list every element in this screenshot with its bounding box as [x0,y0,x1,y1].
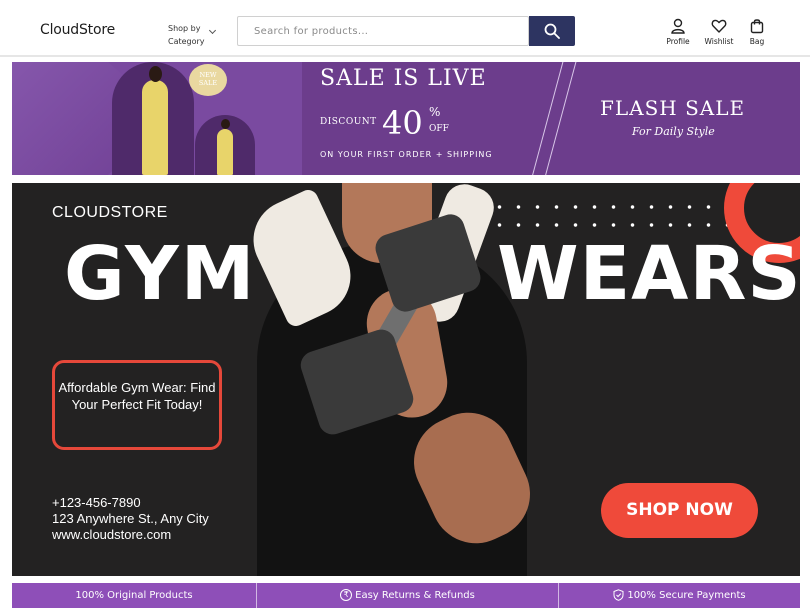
feature-label: 100% Secure Payments [627,590,746,601]
feature-original-products: 100% Original Products [12,583,256,608]
user-icon [671,18,685,34]
shop-by-label: Shop by [168,24,201,33]
badge-line1: NEW [199,71,217,79]
bag-button[interactable]: Bag [737,18,777,46]
new-sale-badge: NEW SALE [189,64,227,96]
flash-sale-title: FLASH SALE [600,96,746,120]
shopping-bag-icon [750,19,764,34]
search-icon [544,23,560,39]
search-input[interactable]: Search for products... [237,16,529,46]
wishlist-label: Wishlist [704,37,734,46]
profile-label: Profile [666,37,690,46]
contact-info: +123-456-7890 123 Anywhere St., Any City… [52,495,209,543]
feature-secure-payments: 100% Secure Payments [559,583,800,608]
wishlist-button[interactable]: Wishlist [699,18,739,46]
profile-button[interactable]: Profile [658,18,698,46]
site-header: CloudStore Shop by Category Search for p… [0,0,810,57]
site-logo[interactable]: CloudStore [40,22,115,38]
shield-icon [613,589,624,601]
flash-sale-tagline: For Daily Style [632,125,715,138]
rupee-icon: ₹ [340,589,353,601]
hero-brand: CLOUDSTORE [52,204,168,221]
first-order-text: ON YOUR FIRST ORDER + SHIPPING [320,150,493,159]
feature-label: Easy Returns & Refunds [355,590,475,601]
discount-value: 40 [382,104,423,142]
model-photo-small [195,115,255,175]
flash-sale-banner[interactable]: NEW SALE SALE IS LIVE DISCOUNT 40 % OFF … [12,62,800,175]
search-button[interactable] [529,16,575,46]
headline-wears: WEARS [497,231,800,317]
callout-text: Affordable Gym Wear: Find Your Perfect F… [58,380,216,412]
percent-sign: % [429,105,441,119]
address: 123 Anywhere St., Any City [52,511,209,526]
website-link[interactable]: www.cloudstore.com [52,527,209,543]
chevron-down-icon [208,26,217,35]
feature-easy-returns: ₹ Easy Returns & Refunds [257,583,558,608]
bag-label: Bag [749,37,765,46]
shop-now-button[interactable]: SHOP NOW [601,483,758,538]
shop-by-category-dropdown[interactable]: Shop by Category [168,22,217,48]
sale-title: SALE IS LIVE [320,66,487,91]
search-placeholder: Search for products... [254,26,369,37]
badge-line2: SALE [198,79,218,87]
headline-gym: GYM [64,231,257,317]
heart-icon [711,19,727,33]
model-photo-large [112,62,194,175]
category-label: Category [168,37,205,46]
phone-number[interactable]: +123-456-7890 [52,495,209,511]
hero-banner: CLOUDSTORE GYM WEARS Affordable Gym Wear… [12,183,800,576]
callout-box: Affordable Gym Wear: Find Your Perfect F… [52,360,222,450]
features-bar: 100% Original Products ₹ Easy Returns & R… [12,583,800,608]
divider-line [543,62,578,175]
off-label: OFF [429,124,449,134]
feature-label: 100% Original Products [75,590,193,601]
discount-label: DISCOUNT [320,117,377,127]
